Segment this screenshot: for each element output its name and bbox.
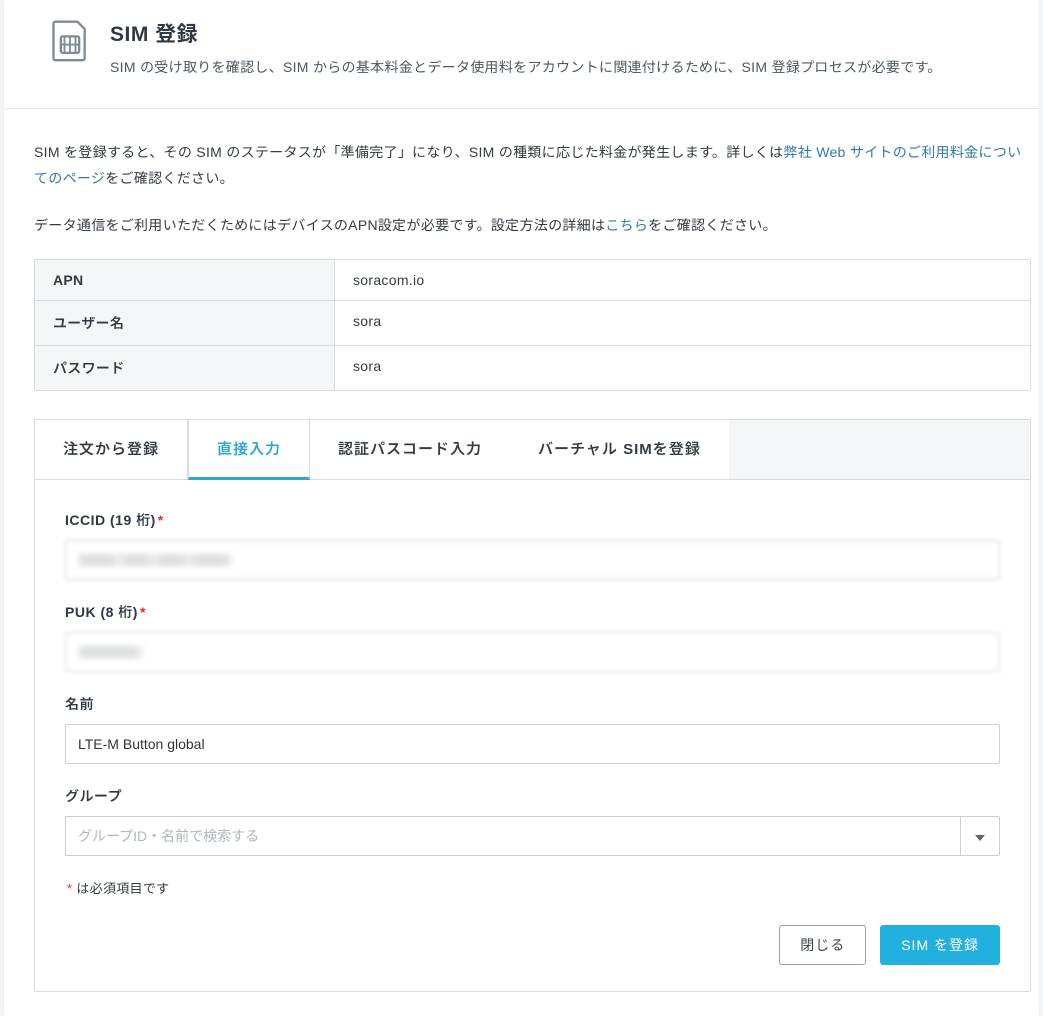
tab-auth-passcode[interactable]: 認証パスコード入力 <box>310 420 510 479</box>
apn-key-pass: パスワード <box>35 346 335 390</box>
iccid-input[interactable] <box>65 540 1000 580</box>
info-p1-pre: SIM を登録すると、その SIM のステータスが「準備完了」になり、SIM の… <box>34 144 783 160</box>
group-label: グループ <box>65 786 1000 806</box>
iccid-label: ICCID (19 桁)* <box>65 510 1000 530</box>
tab-direct-input[interactable]: 直接入力 <box>188 420 310 480</box>
puk-input[interactable] <box>65 632 1000 672</box>
form-group-puk: PUK (8 桁)* <box>65 602 1000 672</box>
table-row: パスワード sora <box>35 346 1030 390</box>
panel-body: SIM を登録すると、その SIM のステータスが「準備完了」になり、SIM の… <box>4 109 1039 1016</box>
tab-content-direct-input: ICCID (19 桁)* PUK (8 桁)* 名前 グループ <box>35 480 1030 991</box>
table-row: ユーザー名 sora <box>35 301 1030 346</box>
sim-card-icon <box>50 18 90 62</box>
panel-header: SIM 登録 SIM の受け取りを確認し、SIM からの基本料金とデータ使用料を… <box>4 0 1039 109</box>
info-p1-post: をご確認ください。 <box>105 170 234 186</box>
page-subtitle: SIM の受け取りを確認し、SIM からの基本料金とデータ使用料をアカウントに関… <box>110 56 942 80</box>
required-fields-note: * は必須項目です <box>65 878 1000 897</box>
name-input[interactable] <box>65 724 1000 764</box>
info-p2-pre: データ通信をご利用いただくためにはデバイスのAPN設定が必要です。設定方法の詳細… <box>34 217 605 233</box>
puk-label-text: PUK (8 桁) <box>65 604 138 620</box>
form-group-group: グループ <box>65 786 1000 856</box>
required-mark: * <box>67 881 72 896</box>
sim-register-panel: SIM 登録 SIM の受け取りを確認し、SIM からの基本料金とデータ使用料を… <box>4 0 1039 1016</box>
apn-settings-table: APN soracom.io ユーザー名 sora パスワード sora <box>34 259 1031 391</box>
group-combobox <box>65 816 1000 856</box>
apn-val-apn: soracom.io <box>335 260 1030 300</box>
apn-val-user: sora <box>335 301 1030 345</box>
tab-register-from-order[interactable]: 注文から登録 <box>35 420 188 479</box>
footer-buttons: 閉じる SIM を登録 <box>65 925 1000 965</box>
info-p2-post: をご確認ください。 <box>648 217 777 233</box>
name-label: 名前 <box>65 694 1000 714</box>
required-mark: * <box>140 604 146 620</box>
apn-val-pass: sora <box>335 346 1030 390</box>
register-tab-box: 注文から登録 直接入力 認証パスコード入力 バーチャル SIMを登録 ICCID… <box>34 419 1031 992</box>
tab-strip: 注文から登録 直接入力 認証パスコード入力 バーチャル SIMを登録 <box>35 420 1030 480</box>
chevron-down-icon <box>975 828 985 844</box>
group-dropdown-button[interactable] <box>960 816 1000 856</box>
tab-virtual-sim[interactable]: バーチャル SIMを登録 <box>510 420 729 479</box>
form-group-iccid: ICCID (19 桁)* <box>65 510 1000 580</box>
iccid-label-text: ICCID (19 桁) <box>65 512 156 528</box>
info-paragraph-2: データ通信をご利用いただくためにはデバイスのAPN設定が必要です。設定方法の詳細… <box>34 212 1031 239</box>
required-note-text: は必須項目です <box>76 881 169 896</box>
form-group-name: 名前 <box>65 694 1000 764</box>
apn-key-user: ユーザー名 <box>35 301 335 345</box>
group-search-input[interactable] <box>65 816 960 856</box>
register-sim-button[interactable]: SIM を登録 <box>880 925 1000 965</box>
header-texts: SIM 登録 SIM の受け取りを確認し、SIM からの基本料金とデータ使用料を… <box>110 18 942 80</box>
table-row: APN soracom.io <box>35 260 1030 301</box>
close-button[interactable]: 閉じる <box>779 925 866 965</box>
page-title: SIM 登録 <box>110 18 942 48</box>
apn-settings-link[interactable]: こちら <box>605 217 648 233</box>
apn-key-apn: APN <box>35 260 335 300</box>
required-mark: * <box>158 512 164 528</box>
puk-label: PUK (8 桁)* <box>65 602 1000 622</box>
info-paragraph-1: SIM を登録すると、その SIM のステータスが「準備完了」になり、SIM の… <box>34 139 1031 192</box>
